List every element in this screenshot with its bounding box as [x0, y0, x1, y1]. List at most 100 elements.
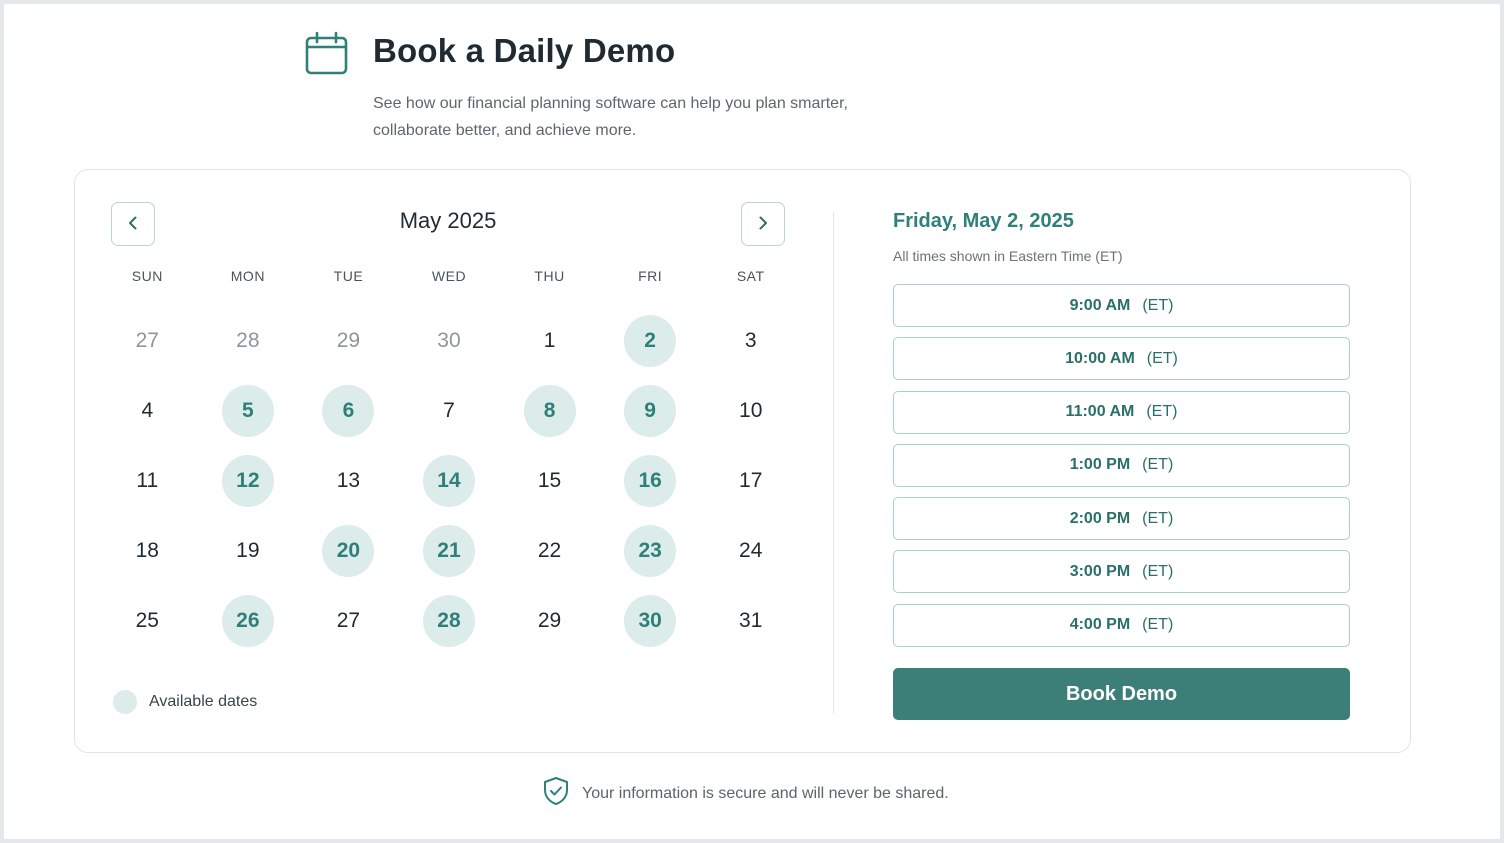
- calendar-day-cell: 12: [198, 446, 299, 516]
- calendar-day-cell: 10: [700, 376, 801, 446]
- slot-zone: (ET): [1142, 562, 1174, 580]
- security-text: Your information is secure and will neve…: [582, 784, 949, 802]
- weekday-header: SUN MON TUE WED THU FRI SAT: [97, 268, 801, 292]
- book-demo-button[interactable]: Book Demo: [893, 668, 1350, 720]
- calendar-day-cell: 8: [499, 376, 600, 446]
- prev-month-button[interactable]: [111, 202, 155, 246]
- subtitle-line: collaborate better, and achieve more.: [373, 122, 637, 139]
- weekday-label: MON: [230, 268, 265, 284]
- calendar-day-cell: 27: [97, 306, 198, 376]
- calendar-day: 29: [336, 329, 361, 352]
- calendar-day: 24: [739, 539, 763, 562]
- slot-time: 3:00 PM: [1069, 562, 1131, 580]
- calendar-day-cell: 17: [700, 446, 801, 516]
- available-date[interactable]: 30: [624, 595, 677, 647]
- panel-divider: [833, 212, 834, 714]
- weekday-label: SAT: [736, 268, 765, 284]
- time-slot-list: 9:00 AM (ET) 10:00 AM (ET) 11:00 AM (ET)…: [893, 284, 1350, 657]
- available-date[interactable]: 2: [624, 315, 677, 367]
- slot-zone: (ET): [1146, 349, 1178, 367]
- time-slot-button[interactable]: 2:00 PM (ET): [893, 497, 1350, 541]
- chevron-left-icon: [125, 215, 141, 234]
- available-date[interactable]: 5: [221, 385, 274, 437]
- time-slot-button[interactable]: 3:00 PM (ET): [893, 550, 1350, 594]
- weekday-label: SUN: [131, 268, 163, 284]
- weekday-label: WED: [431, 268, 467, 284]
- calendar-icon: [304, 30, 350, 76]
- calendar-day: 31: [739, 609, 763, 632]
- slot-zone: (ET): [1142, 616, 1174, 634]
- calendar-day: 28: [236, 329, 260, 352]
- slot-time: 1:00 PM: [1069, 456, 1131, 474]
- calendar-day: 17: [739, 469, 763, 492]
- subtitle-line: See how our financial planning software …: [373, 95, 848, 112]
- calendar-day-cell: 25: [97, 586, 198, 656]
- available-dot-icon: [113, 690, 137, 714]
- available-date[interactable]: 26: [221, 595, 274, 647]
- time-slot-button[interactable]: 10:00 AM (ET): [893, 337, 1350, 381]
- calendar-day-cell: 30: [399, 306, 500, 376]
- page-title: Book a Daily Demo: [373, 32, 676, 69]
- available-date[interactable]: 12: [221, 455, 274, 507]
- slot-time: 9:00 AM: [1069, 296, 1131, 314]
- calendar-day-cell: 30: [600, 586, 701, 656]
- timezone-note: All times shown in Eastern Time (ET): [893, 248, 1123, 264]
- calendar-day: 1: [543, 329, 556, 352]
- calendar-day-cell: 15: [499, 446, 600, 516]
- available-date[interactable]: 28: [422, 595, 475, 647]
- calendar-day-cell: 29: [499, 586, 600, 656]
- available-date[interactable]: 8: [523, 385, 576, 437]
- calendar-day: 27: [336, 609, 361, 632]
- shield-check-icon: [542, 776, 570, 811]
- calendar-day: 18: [135, 539, 159, 562]
- weekday-label: TUE: [333, 268, 364, 284]
- time-slot-button[interactable]: 11:00 AM (ET): [893, 390, 1350, 434]
- calendar-day: 22: [537, 539, 562, 562]
- available-date[interactable]: 21: [422, 525, 475, 577]
- calendar-day-cell: 9: [600, 376, 701, 446]
- available-date[interactable]: 14: [422, 455, 475, 507]
- calendar-day-cell: 29: [298, 306, 399, 376]
- slot-zone: (ET): [1142, 456, 1174, 474]
- calendar-day-cell: 4: [97, 376, 198, 446]
- calendar-day-cell: 22: [499, 516, 600, 586]
- selected-date: Friday, May 2, 2025: [893, 210, 1074, 232]
- booking-page: Book a Daily Demo See how our financial …: [4, 4, 1500, 839]
- slot-time: 2:00 PM: [1069, 509, 1131, 527]
- calendar-day-cell: 20: [298, 516, 399, 586]
- time-slot-button[interactable]: 4:00 PM (ET): [893, 603, 1350, 647]
- calendar-grid: 27 28 29 30 1 2 3 4 5 6 7 8 9 10 11 12 13 14 15 16 17 18 19 20 2…: [97, 306, 801, 656]
- weekday-label: FRI: [638, 268, 663, 284]
- calendar-day-cell: 13: [298, 446, 399, 516]
- calendar-day-cell: 23: [600, 516, 701, 586]
- legend-label: Available dates: [149, 693, 258, 710]
- calendar-day: 19: [236, 539, 260, 562]
- calendar-day-cell: 19: [198, 516, 299, 586]
- chevron-right-icon: [755, 215, 771, 234]
- weekday-label: THU: [534, 268, 565, 284]
- slot-zone: (ET): [1146, 403, 1178, 421]
- calendar-day-cell: 24: [700, 516, 801, 586]
- available-date[interactable]: 16: [624, 455, 677, 507]
- available-date[interactable]: 9: [624, 385, 677, 437]
- time-slot-button[interactable]: 1:00 PM (ET): [893, 443, 1350, 487]
- time-slot-button[interactable]: 9:00 AM (ET): [893, 284, 1350, 327]
- calendar-day-cell: 21: [399, 516, 500, 586]
- calendar-legend: Available dates: [113, 690, 257, 714]
- calendar-day: 7: [443, 399, 455, 422]
- calendar-day-cell: 18: [97, 516, 198, 586]
- next-month-button[interactable]: [741, 202, 785, 246]
- calendar-day-cell: 6: [298, 376, 399, 446]
- calendar-day-cell: 31: [700, 586, 801, 656]
- available-date[interactable]: 20: [322, 525, 375, 577]
- month-label: May 2025: [399, 208, 497, 233]
- calendar-day-cell: 5: [198, 376, 299, 446]
- available-date[interactable]: 23: [624, 525, 677, 577]
- calendar-day: 13: [336, 469, 361, 492]
- calendar-day-cell: 11: [97, 446, 198, 516]
- slot-time: 4:00 PM: [1069, 616, 1131, 634]
- available-date[interactable]: 6: [322, 385, 375, 437]
- calendar-day-cell: 1: [499, 306, 600, 376]
- booking-card: May 2025 SUN MON TUE WED THU FRI SAT 27 2…: [74, 169, 1411, 753]
- calendar-day: 25: [135, 609, 159, 632]
